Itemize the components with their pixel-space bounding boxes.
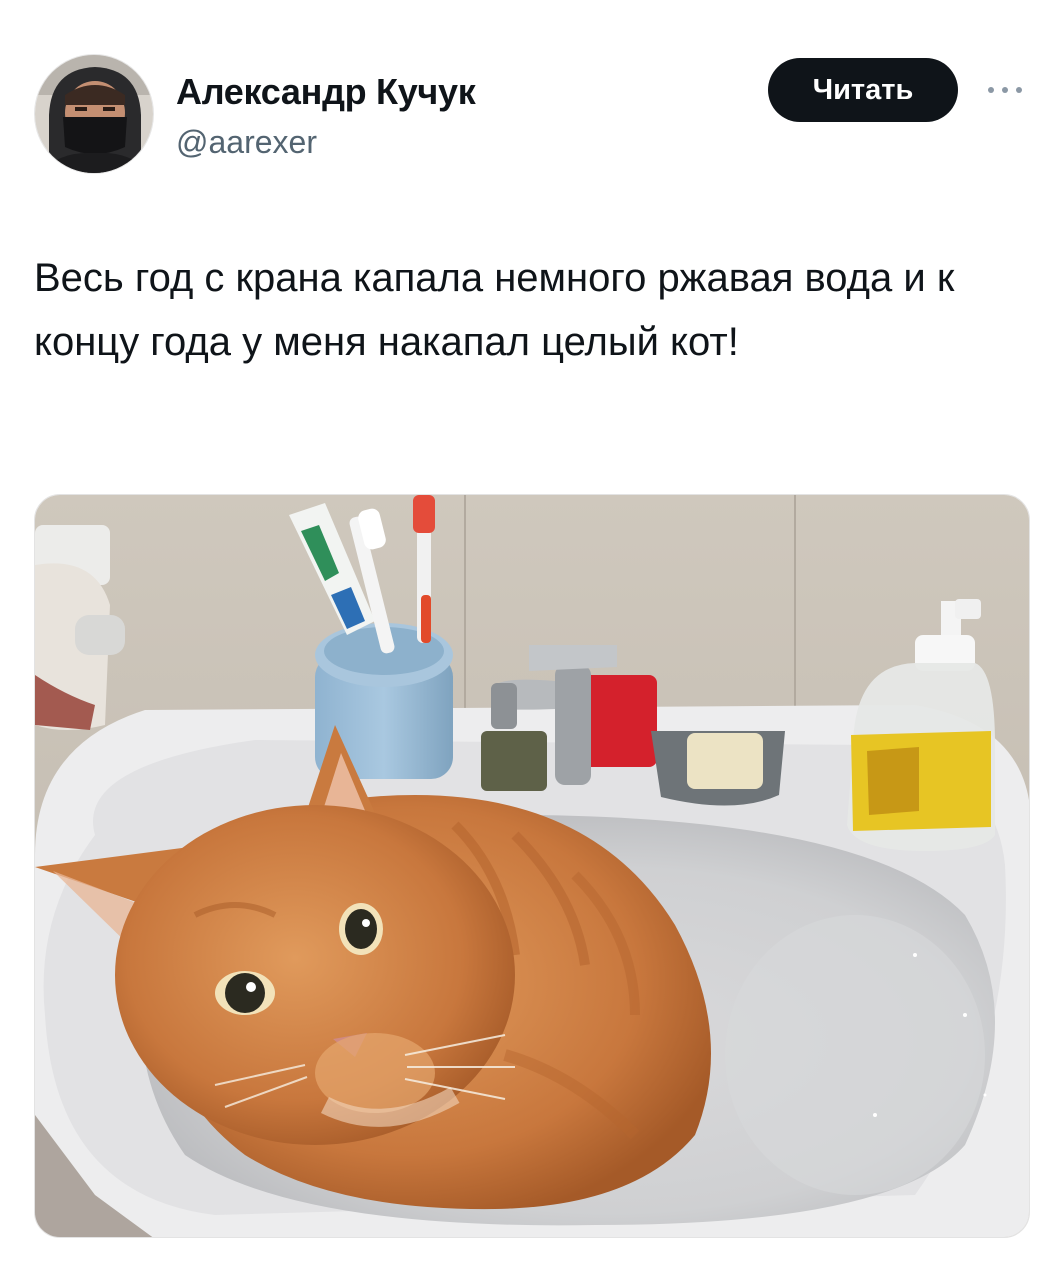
tweet-text: Весь год с крана капала немного ржавая в…: [34, 256, 955, 364]
more-options-button[interactable]: [980, 72, 1030, 108]
tweet-card: Александр Кучук @aarexer Читать Весь год…: [0, 0, 1062, 1280]
follow-button[interactable]: Читать: [768, 58, 958, 122]
author-avatar[interactable]: [34, 54, 154, 174]
author-handle[interactable]: @aarexer: [176, 122, 317, 162]
cat-in-sink-photo: [35, 495, 1029, 1237]
tweet-photo[interactable]: [34, 494, 1030, 1238]
more-dots-icon: [988, 87, 1022, 93]
author-display-name[interactable]: Александр Кучук: [176, 70, 476, 114]
avatar-image: [35, 55, 153, 173]
